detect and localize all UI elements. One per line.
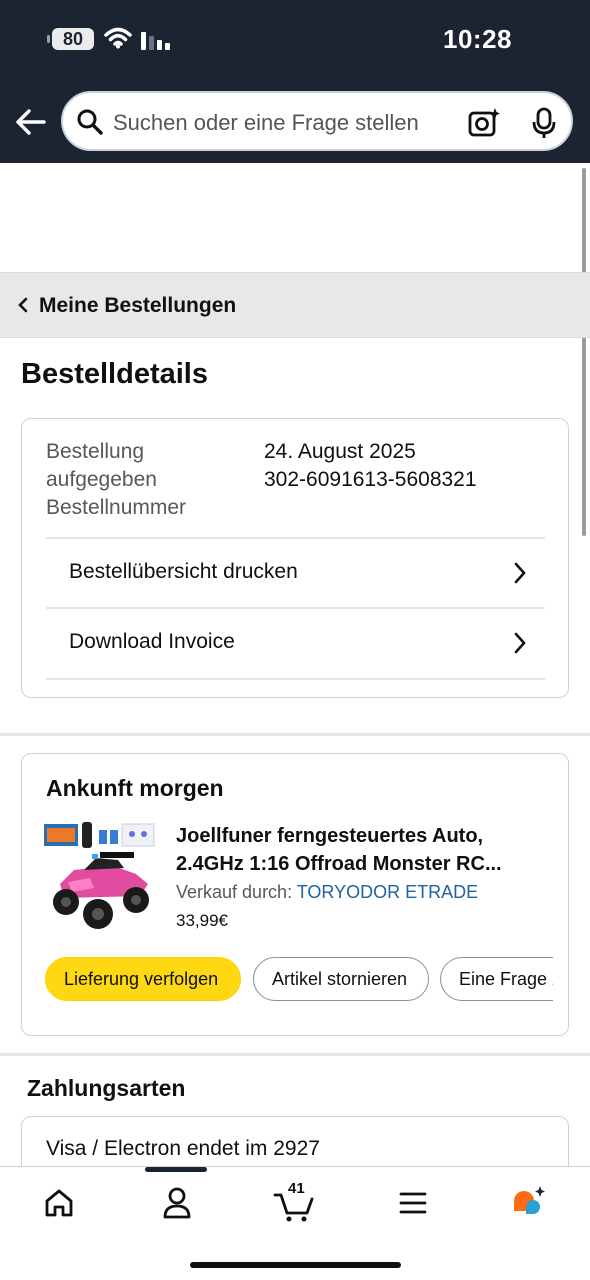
scrollbar[interactable]	[582, 168, 586, 536]
order-meta-labels: Bestellung aufgegeben Bestellnummer	[46, 438, 226, 522]
order-date: 24. August 2025	[264, 440, 416, 463]
chevron-right-icon	[514, 632, 526, 654]
camera-sparkle-icon[interactable]	[467, 107, 501, 139]
page-title: Bestelldetails	[21, 358, 208, 390]
search-icon	[77, 109, 103, 135]
cancel-item-button[interactable]: Artikel stornieren	[253, 957, 429, 1001]
nav-account[interactable]	[145, 1167, 207, 1223]
shipment-card: Ankunft morgen Joellfuner ferngesteuerte…	[21, 753, 569, 1036]
shipment-actions: Lieferung verfolgen Artikel stornieren E…	[45, 957, 553, 1003]
status-bar: 80 10:28	[0, 0, 590, 82]
row-divider	[46, 678, 545, 680]
card-name: Visa / Electron	[46, 1137, 182, 1160]
user-icon	[163, 1187, 191, 1219]
label-order-number: Bestellnummer	[46, 496, 187, 519]
product-title-line1: Joellfuner ferngesteuertes Auto,	[176, 825, 484, 847]
chevron-left-icon	[18, 297, 28, 313]
product-title[interactable]: Joellfuner ferngesteuertes Auto, 2.4GHz …	[176, 822, 546, 878]
battery-indicator: 80	[47, 28, 94, 50]
search-bar[interactable]: Suchen oder eine Frage stellen	[61, 91, 573, 151]
label-placed: aufgegeben	[46, 468, 157, 491]
nav-home[interactable]	[37, 1183, 81, 1223]
download-invoice-row[interactable]: Download Invoice	[46, 607, 545, 677]
payment-method: Visa / Electron endet im 2927	[46, 1137, 320, 1161]
microphone-icon[interactable]	[531, 107, 557, 139]
search-input[interactable]: Suchen oder eine Frage stellen	[113, 110, 419, 136]
wifi-icon	[104, 27, 132, 49]
active-indicator	[145, 1167, 207, 1172]
print-summary-label: Bestellübersicht drucken	[69, 560, 298, 583]
home-indicator	[190, 1262, 401, 1268]
card-ending: endet im 2927	[186, 1137, 320, 1160]
arrival-status: Ankunft morgen	[46, 775, 224, 801]
order-meta-values: 24. August 2025 302-6091613-5608321	[264, 438, 477, 494]
order-info-card: Bestellung aufgegeben Bestellnummer 24. …	[21, 418, 569, 698]
breadcrumb[interactable]: Meine Bestellungen	[0, 272, 590, 338]
chevron-right-icon	[514, 562, 526, 584]
seller-info: Verkauf durch: TORYODOR ETRADE	[176, 882, 478, 903]
payment-title: Zahlungsarten	[27, 1075, 186, 1101]
home-icon	[45, 1189, 73, 1217]
nav-cart[interactable]: 41	[272, 1180, 316, 1223]
print-summary-row[interactable]: Bestellübersicht drucken	[46, 537, 545, 607]
nav-menu[interactable]	[391, 1183, 435, 1223]
ai-assistant-icon	[514, 1186, 545, 1214]
nav-assistant[interactable]	[510, 1183, 554, 1223]
top-bar: 80 10:28 Suchen oder eine Frage stellen	[0, 0, 590, 163]
cart-count: 41	[288, 1180, 305, 1197]
product-title-line2: 2.4GHz 1:16 Offroad Monster RC...	[176, 853, 502, 875]
label-order: Bestellung	[46, 440, 145, 463]
section-divider	[0, 1053, 590, 1056]
seller-prefix: Verkauf durch:	[176, 882, 293, 902]
order-number: 302-6091613-5608321	[264, 468, 477, 491]
product-image[interactable]	[44, 822, 156, 932]
back-arrow-icon[interactable]	[14, 104, 48, 140]
product-price: 33,99€	[176, 911, 228, 930]
menu-icon	[399, 1192, 427, 1214]
cell-signal-icon	[141, 30, 173, 50]
section-divider	[0, 733, 590, 736]
track-delivery-button[interactable]: Lieferung verfolgen	[45, 957, 241, 1001]
ask-question-button[interactable]: Eine Frage z	[440, 957, 553, 1001]
download-invoice-label: Download Invoice	[69, 630, 235, 653]
clock: 10:28	[443, 24, 512, 54]
breadcrumb-label[interactable]: Meine Bestellungen	[39, 294, 236, 318]
seller-link[interactable]: TORYODOR ETRADE	[297, 882, 478, 902]
